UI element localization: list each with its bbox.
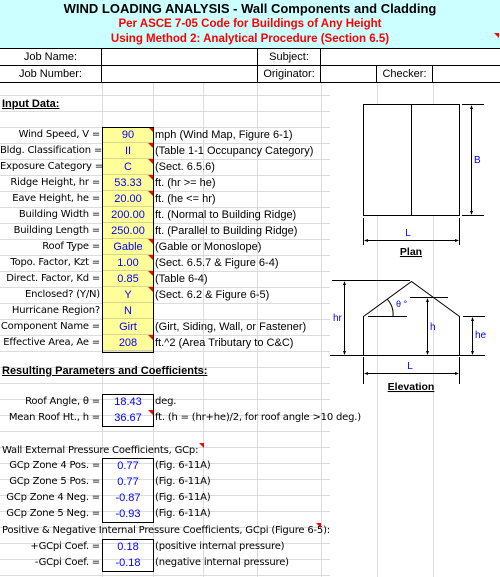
arrow-down-icon [470, 211, 473, 215]
field-note: (Fig. 6-11A) [155, 476, 211, 487]
field-label: Direct. Factor, Kd = [6, 273, 100, 284]
field-note: mph (Wind Map, Figure 6-1) [155, 129, 293, 141]
subject-field[interactable] [321, 49, 500, 65]
field-note: (positive internal pressure) [155, 541, 285, 552]
sheet-subtitle-code: Per ASCE 7-05 Code for Buildings of Any … [118, 18, 382, 30]
arrow-up-icon [471, 317, 474, 321]
field-label: Topo. Factor, Kzt = [10, 257, 100, 268]
field-note: (Gable or Monoslope) [155, 241, 262, 253]
checker-label: Checker: [382, 68, 427, 80]
field-note: ft. (hr >= he) [155, 177, 216, 189]
gridline [0, 575, 330, 576]
field-note: ft. (Parallel to Building Ridge) [155, 225, 298, 237]
job-name-field[interactable] [102, 49, 256, 65]
field-label: GCp Zone 5 Neg. = [6, 508, 100, 519]
field-note: (Table 1-1 Occupancy Category) [155, 145, 314, 157]
plan-dim-l-label: L [405, 228, 411, 239]
field-label: Hurricane Region? [11, 305, 100, 316]
field-note: ft. (he <= hr) [155, 193, 216, 205]
field-note: ft.^2 (Area Tributary to C&C) [155, 337, 294, 349]
comment-indicator [316, 523, 321, 528]
field-label: Roof Type = [42, 241, 100, 252]
elevation-diagram: hr θ ° h he L Elevation [330, 280, 487, 393]
subject-label: Subject: [269, 51, 309, 63]
arrow-up-icon [343, 281, 346, 285]
field-note: (Fig. 6-11A) [155, 508, 211, 519]
field-note: (Table 6-4) [155, 273, 208, 285]
sheet-title: WIND LOADING ANALYSIS - Wall Components … [63, 1, 437, 16]
originator-label: Originator: [263, 68, 315, 80]
arrow-up-icon [426, 298, 429, 302]
angle-arc [386, 298, 394, 317]
elevation-caption: Elevation [388, 381, 435, 393]
gcp-box-border [102, 458, 154, 523]
sheet-subtitle-method: Using Method 2: Analytical Procedure (Se… [110, 33, 390, 45]
field-label: Exposure Category = [0, 161, 103, 172]
originator-field[interactable] [321, 66, 376, 82]
input-box-border [102, 127, 154, 353]
arrow-down-icon [426, 351, 429, 355]
job-number-field[interactable] [102, 66, 256, 82]
input-data-heading: Input Data: [2, 98, 60, 110]
field-note: ft. (Normal to Building Ridge) [155, 209, 297, 221]
field-label: GCp Zone 4 Neg. = [6, 492, 100, 503]
checker-field[interactable] [433, 66, 500, 82]
field-label: Roof Angle, θ = [25, 396, 100, 407]
arrow-down-icon [471, 351, 474, 355]
field-note: (Fig. 6-11A) [155, 460, 211, 471]
field-label: Effective Area, Ae = [3, 337, 100, 348]
arrow-down-icon [343, 351, 346, 355]
sheet-header: WIND LOADING ANALYSIS - Wall Components … [0, 0, 500, 49]
elevation-dim-he-label: he [475, 330, 487, 341]
gcp-heading: Wall External Pressure Coefficients, GCp… [2, 445, 199, 456]
field-label: Eave Height, he = [12, 193, 100, 204]
arrow-up-icon [470, 105, 473, 109]
arrow-right-icon [455, 372, 459, 375]
arrow-right-icon [455, 239, 459, 242]
plan-dim-b-label: B [474, 155, 481, 166]
field-label: GCp Zone 4 Pos. = [9, 460, 100, 471]
field-note: (Sect. 6.5.7 & Figure 6-4) [155, 257, 279, 269]
field-label: Bldg. Classification = [0, 145, 103, 156]
field-label: Building Width = [18, 209, 100, 220]
plan-diagram: B L Plan [363, 104, 484, 258]
field-label: +GCpi Coef. = [30, 541, 100, 552]
field-label: Mean Roof Ht., h = [8, 412, 100, 423]
gcpi-box-border [102, 539, 154, 572]
field-note: (Sect. 6.2 & Figure 6-5) [155, 289, 270, 301]
field-note: ft. (h = (hr+he)/2, for roof angle >10 d… [155, 412, 361, 423]
job-number-label: Job Number: [19, 68, 82, 80]
arrow-left-icon [364, 372, 368, 375]
elevation-angle-label: θ ° [396, 299, 408, 309]
gridline [0, 351, 330, 352]
field-label: Building Length = [13, 225, 101, 236]
results-heading: Resulting Parameters and Coefficients: [2, 365, 208, 377]
job-name-label: Job Name: [23, 51, 78, 63]
field-note: (negative internal pressure) [155, 557, 289, 568]
comment-indicator [494, 33, 499, 38]
field-label: -GCpi Coef. = [34, 557, 100, 568]
job-row-1: Job Name: Subject: [0, 49, 500, 66]
gridline [0, 383, 330, 384]
elevation-dim-hr-label: hr [333, 313, 343, 324]
field-label: Component Name = [0, 321, 100, 332]
comment-indicator [199, 443, 204, 448]
job-row-2: Job Number: Originator: Checker: [0, 66, 500, 83]
field-note: (Girt, Siding, Wall, or Fastener) [155, 321, 307, 333]
elevation-dim-h-label: h [430, 322, 436, 333]
results-box-border [102, 394, 154, 427]
field-note: (Sect. 6.5.6) [155, 161, 215, 173]
field-note: deg. [155, 396, 177, 407]
field-note: (Fig. 6-11A) [155, 492, 211, 503]
plan-caption: Plan [400, 246, 422, 258]
field-label: Wind Speed, V = [18, 129, 101, 140]
field-label: Enclosed? (Y/N) [24, 289, 100, 300]
elevation-dim-l-label: L [407, 361, 413, 372]
field-label: GCp Zone 5 Pos. = [9, 476, 100, 487]
gridline [0, 431, 330, 432]
elevation-outline [363, 280, 460, 356]
field-label: Ridge Height, hr = [10, 177, 100, 188]
gcpi-heading: Positive & Negative Internal Pressure Co… [2, 525, 330, 536]
arrow-left-icon [364, 239, 368, 242]
